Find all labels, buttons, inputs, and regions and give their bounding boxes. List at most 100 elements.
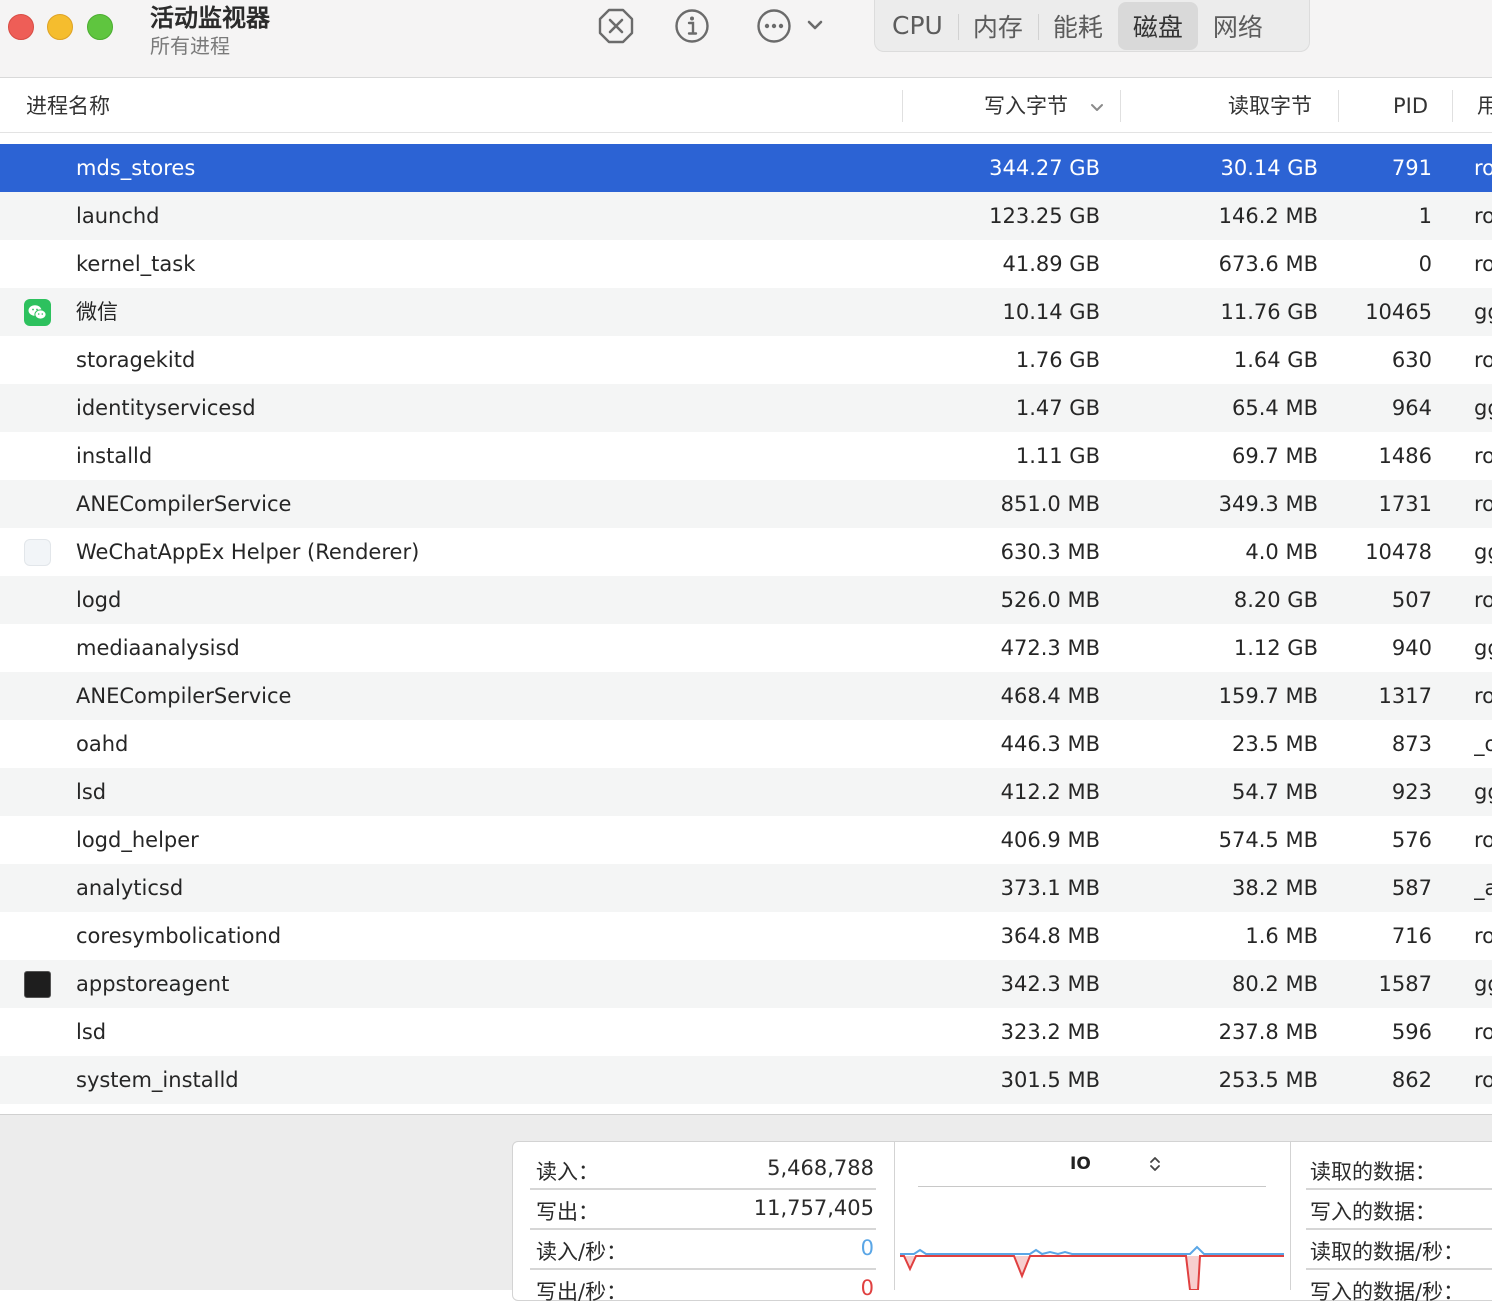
tab-energy[interactable]: 能耗 [1037,2,1118,50]
table-row[interactable]: ANECompilerService 851.0 MB 349.3 MB 1731 ro [0,480,1492,528]
bytes-read-cell: 349.3 MB [1218,492,1318,516]
column-header-user[interactable]: 用 [1477,79,1492,133]
row-divider [1306,1188,1492,1190]
column-header-pid[interactable]: PID [1393,79,1428,133]
process-name-cell: 微信 [76,300,118,324]
info-icon[interactable] [674,8,710,44]
process-name-cell: system_installd [76,1068,239,1092]
table-row[interactable]: ANECompilerService 468.4 MB 159.7 MB 1317 ro [0,672,1492,720]
column-header-process-name[interactable]: 进程名称 [26,79,110,133]
user-cell: ro [1474,828,1492,852]
bytes-read-cell: 1.12 GB [1233,636,1318,660]
close-window-button[interactable] [8,14,34,40]
table-row[interactable]: mediaanalysisd 472.3 MB 1.12 GB 940 gg [0,624,1492,672]
window-title: 活动监视器 [150,4,270,32]
column-divider[interactable] [1120,90,1121,122]
stat-value: 5,468,788 [767,1156,874,1180]
column-divider[interactable] [902,90,903,122]
process-name-cell: lsd [76,780,107,804]
column-header-bytes-written[interactable]: 写入字节 [984,79,1068,133]
pid-cell: 1486 [1378,444,1432,468]
more-options-icon[interactable] [756,8,792,44]
bytes-read-cell: 65.4 MB [1232,396,1318,420]
user-cell: ro [1474,684,1492,708]
graph-mode-label[interactable]: IO [1070,1154,1091,1174]
pid-cell: 630 [1391,348,1432,372]
process-name-cell: logd_helper [76,828,199,852]
process-name-cell: ANECompilerService [76,492,292,516]
bytes-written-cell: 526.0 MB [1000,588,1100,612]
user-cell: _o [1474,732,1492,756]
bytes-written-cell: 301.5 MB [1000,1068,1100,1092]
user-cell: gg [1474,972,1492,996]
process-name-cell: lsd [76,1020,107,1044]
sort-descending-icon[interactable] [1088,98,1106,116]
process-name-cell: coresymbolicationd [76,924,282,948]
pid-cell: 791 [1391,156,1432,180]
table-row[interactable]: lsd 412.2 MB 54.7 MB 923 gg [0,768,1492,816]
table-row[interactable]: mds_stores 344.27 GB 30.14 GB 791 ro [0,144,1492,192]
chevron-down-icon[interactable] [802,8,828,44]
tab-network[interactable]: 网络 [1198,2,1278,50]
pid-cell: 10478 [1365,540,1432,564]
table-row[interactable]: identityservicesd 1.47 GB 65.4 MB 964 gg [0,384,1492,432]
user-cell: ro [1474,492,1492,516]
table-row[interactable]: appstoreagent 342.3 MB 80.2 MB 1587 gg [0,960,1492,1008]
tab-disk[interactable]: 磁盘 [1117,1,1198,50]
stop-process-icon[interactable] [598,8,634,44]
table-row[interactable]: coresymbolicationd 364.8 MB 1.6 MB 716 ro [0,912,1492,960]
bytes-written-cell: 364.8 MB [1000,924,1100,948]
panel-divider [894,1141,895,1290]
table-row[interactable]: analyticsd 373.1 MB 38.2 MB 587 _a [0,864,1492,912]
bytes-read-cell: 80.2 MB [1232,972,1318,996]
table-row[interactable]: logd 526.0 MB 8.20 GB 507 ro [0,576,1492,624]
minimize-window-button[interactable] [47,14,73,40]
read-rate-series [900,1245,1284,1256]
table-row[interactable]: WeChatAppEx Helper (Renderer) 630.3 MB 4.0… [0,528,1492,576]
tab-cpu[interactable]: CPU [877,2,958,50]
user-cell: gg [1474,300,1492,324]
process-name-cell: mds_stores [76,156,196,180]
pid-cell: 1317 [1378,684,1432,708]
panel-divider [1290,1141,1291,1290]
right-stat-label: 读取的数据/秒： [1310,1240,1465,1264]
table-header: 进程名称 写入字节 读取字节 PID 用 [0,79,1492,133]
view-tabs: CPU 内存 能耗 磁盘 网络 [874,0,1310,52]
column-divider[interactable] [1452,90,1453,122]
user-cell: _a [1474,876,1492,900]
table-row[interactable]: logd_helper 406.9 MB 574.5 MB 576 ro [0,816,1492,864]
bytes-read-cell: 237.8 MB [1218,1020,1318,1044]
column-header-bytes-read[interactable]: 读取字节 [1228,79,1312,133]
table-row[interactable]: kernel_task 41.89 GB 673.6 MB 0 ro [0,240,1492,288]
column-divider[interactable] [1338,90,1339,122]
process-name-cell: installd [76,444,153,468]
table-row[interactable]: launchd 123.25 GB 146.2 MB 1 ro [0,192,1492,240]
bytes-written-cell: 323.2 MB [1000,1020,1100,1044]
process-name-cell: mediaanalysisd [76,636,240,660]
wechat-appex-icon [24,539,51,566]
user-cell: ro [1474,1068,1492,1092]
user-cell: gg [1474,636,1492,660]
tab-memory[interactable]: 内存 [957,2,1038,50]
table-row[interactable]: installd 1.11 GB 69.7 MB 1486 ro [0,432,1492,480]
pid-cell: 596 [1391,1020,1432,1044]
stat-value: 0 [860,1236,874,1260]
user-cell: ro [1474,1020,1492,1044]
wechat-icon [24,299,51,326]
table-row[interactable]: oahd 446.3 MB 23.5 MB 873 _o [0,720,1492,768]
right-stat-label: 写入的数据： [1310,1200,1436,1224]
table-row[interactable]: system_installd 301.5 MB 253.5 MB 862 ro [0,1056,1492,1104]
zoom-window-button[interactable] [87,14,113,40]
stat-value: 0 [860,1276,874,1300]
pid-cell: 1 [1418,204,1432,228]
bytes-read-cell: 11.76 GB [1220,300,1318,324]
pid-cell: 862 [1391,1068,1432,1092]
pid-cell: 716 [1391,924,1432,948]
table-row[interactable]: storagekitd 1.76 GB 1.64 GB 630 ro [0,336,1492,384]
table-row[interactable]: lsd 323.2 MB 237.8 MB 596 ro [0,1008,1492,1056]
bytes-read-cell: 54.7 MB [1232,780,1318,804]
up-down-chevron-icon[interactable] [1148,1155,1162,1173]
bytes-written-cell: 412.2 MB [1000,780,1100,804]
table-row[interactable]: 微信 10.14 GB 11.76 GB 10465 gg [0,288,1492,336]
bytes-written-cell: 472.3 MB [1000,636,1100,660]
